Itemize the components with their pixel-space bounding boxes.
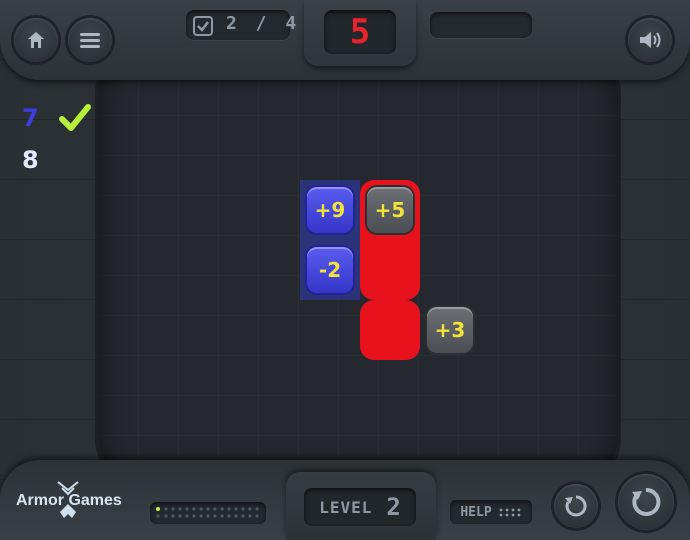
moves-counter: 5 xyxy=(324,10,396,54)
level-value: 2 xyxy=(386,493,401,521)
tile-plus-5[interactable]: +5 xyxy=(367,187,413,233)
dots-grid-icon xyxy=(499,508,521,517)
restart-button[interactable] xyxy=(618,474,674,530)
dots-indicator xyxy=(150,502,266,524)
home-button[interactable] xyxy=(14,18,58,62)
checkmark-icon xyxy=(59,104,91,131)
tile-minus-2[interactable]: -2 xyxy=(307,247,353,293)
red-path-cell xyxy=(360,240,420,300)
target-value-2: 8 xyxy=(22,146,39,174)
help-label: HELP xyxy=(460,504,492,520)
progress-check-icon xyxy=(193,16,213,36)
level-display: LEVEL 2 xyxy=(304,488,416,526)
red-path-cell xyxy=(360,300,420,360)
empty-pill xyxy=(430,12,532,38)
speaker-icon xyxy=(640,32,661,48)
menu-icon xyxy=(80,33,100,48)
level-label: LEVEL xyxy=(319,497,373,517)
restart-icon xyxy=(632,487,661,516)
tile-plus-3[interactable]: +3 xyxy=(427,307,473,353)
level-panel: LEVEL 2 xyxy=(286,472,436,540)
home-icon xyxy=(28,32,44,48)
progress-text: 2 / 4 xyxy=(226,13,301,34)
tile-plus-9[interactable]: +9 xyxy=(307,187,353,233)
target-value-1: 7 xyxy=(22,104,39,132)
undo-icon xyxy=(565,495,587,517)
menu-button[interactable] xyxy=(68,18,112,62)
armor-games-logo[interactable]: Armor Games xyxy=(16,492,122,510)
sound-button[interactable] xyxy=(628,18,672,62)
moves-panel: 5 xyxy=(304,0,416,66)
undo-button[interactable] xyxy=(554,484,598,528)
help-button[interactable]: HELP xyxy=(450,500,532,524)
